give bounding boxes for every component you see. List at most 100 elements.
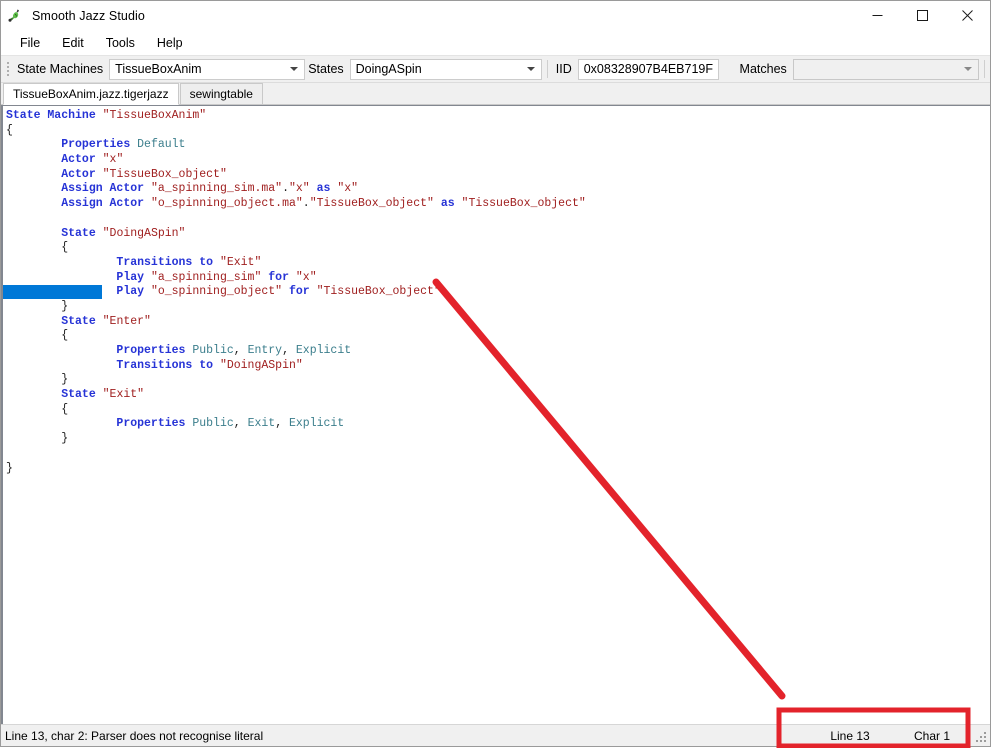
code-line[interactable]: State Machine "TissueBoxAnim" (3, 109, 990, 124)
code-line[interactable]: Actor "TissueBox_object" (3, 168, 990, 183)
code-token: "TissueBox_object" (102, 167, 227, 181)
code-line[interactable]: State "Enter" (3, 315, 990, 330)
code-token: "TissueBox_object" (309, 197, 434, 211)
matches-label: Matches (739, 62, 787, 76)
status-bar: Line 13, char 2: Parser does not recogni… (1, 724, 990, 746)
toolbar: State Machines TissueBoxAnim States Doin… (1, 55, 990, 83)
code-token: Exit (247, 417, 276, 431)
code-editor[interactable]: State Machine "TissueBoxAnim"{ Propertie… (1, 106, 990, 724)
code-line[interactable]: State "DoingASpin" (3, 227, 990, 242)
code-token: Actor (61, 153, 96, 167)
code-line[interactable]: Properties Public, Exit, Explicit (3, 417, 990, 432)
code-token: { (6, 123, 13, 137)
maximize-button[interactable] (900, 1, 945, 30)
code-line[interactable]: Properties Default (3, 138, 990, 153)
code-token: { (61, 329, 69, 343)
code-token: , (233, 417, 248, 431)
code-token: } (61, 299, 69, 313)
menu-item-help[interactable]: Help (146, 32, 194, 54)
code-token: "Exit" (219, 255, 262, 269)
menu-item-file[interactable]: File (9, 32, 51, 54)
code-token: "x" (337, 182, 359, 196)
code-line[interactable]: { (3, 329, 990, 344)
code-line[interactable]: { (3, 403, 990, 418)
code-token: "a_spinning_sim.ma" (150, 182, 283, 196)
code-token: State Machine (6, 109, 96, 122)
iid-input[interactable]: 0x08328907B4EB719F (577, 58, 719, 80)
saxophone-app-icon (8, 8, 24, 24)
state-machines-combobox[interactable]: TissueBoxAnim (109, 58, 306, 80)
code-token: as (316, 182, 331, 196)
resize-gripper-icon[interactable] (972, 728, 988, 744)
status-char-indicator: Char 1 (913, 728, 951, 743)
code-line[interactable]: } (3, 432, 990, 447)
code-token: Explicit (289, 417, 345, 431)
window-title: Smooth Jazz Studio (32, 8, 145, 23)
title-bar: Smooth Jazz Studio (1, 1, 990, 30)
code-token: State (61, 388, 96, 402)
code-line[interactable]: } (3, 373, 990, 388)
state-machines-value: TissueBoxAnim (115, 62, 202, 76)
code-line[interactable]: Play "o_spinning_object" for "TissueBox_… (3, 285, 990, 300)
code-token: Play (116, 270, 145, 284)
code-token: "a_spinning_sim" (150, 270, 262, 284)
code-line[interactable]: { (3, 124, 990, 139)
code-token: Explicit (295, 344, 352, 357)
code-line[interactable]: { (3, 241, 990, 256)
code-token: . (282, 182, 289, 196)
chevron-down-icon (290, 67, 299, 71)
iid-value: 0x08328907B4EB719F (583, 62, 714, 76)
code-token: "Enter" (102, 314, 151, 328)
menu-item-tools[interactable]: Tools (95, 32, 146, 54)
minimize-button[interactable] (855, 1, 900, 30)
toolbar-grip-icon[interactable] (4, 60, 11, 78)
code-token: "DoingASpin" (219, 358, 303, 372)
code-line[interactable]: } (3, 300, 990, 315)
states-combobox[interactable]: DoingASpin (349, 58, 542, 80)
code-line[interactable]: Play "a_spinning_sim" for "x" (3, 271, 990, 286)
code-line[interactable]: Transitions to "Exit" (3, 256, 990, 271)
code-token: as (440, 197, 455, 211)
code-line[interactable]: Actor "x" (3, 153, 990, 168)
code-line[interactable]: Properties Public, Entry, Explicit (3, 344, 990, 359)
code-line[interactable] (3, 447, 990, 462)
code-line[interactable]: State "Exit" (3, 388, 990, 403)
code-token: { (61, 402, 69, 416)
close-button[interactable] (945, 1, 990, 30)
editor-area: State Machine "TissueBoxAnim"{ Propertie… (1, 105, 990, 724)
code-line[interactable]: } (3, 462, 990, 477)
code-content[interactable]: State Machine "TissueBoxAnim"{ Propertie… (3, 106, 990, 476)
status-message: Line 13, char 2: Parser does not recogni… (5, 728, 264, 743)
chevron-down-icon (964, 67, 973, 71)
tab-tissueboxanim[interactable]: TissueBoxAnim.jazz.tigerjazz (3, 83, 179, 105)
tab-sewingtable[interactable]: sewingtable (179, 83, 263, 104)
matches-combobox[interactable] (792, 58, 980, 80)
code-line[interactable] (3, 212, 990, 227)
toolbar-separator-end (984, 60, 986, 78)
menu-item-edit[interactable]: Edit (51, 32, 95, 54)
application-window: Smooth Jazz Studio File Edit Tools Help … (0, 0, 991, 748)
code-line[interactable]: Assign Actor "a_spinning_sim.ma"."x" as … (3, 182, 990, 197)
code-token: Transitions to (116, 255, 214, 269)
chevron-down-icon (526, 67, 535, 71)
code-line[interactable]: Transitions to "DoingASpin" (3, 359, 990, 374)
code-token: Properties (116, 417, 186, 431)
code-line[interactable]: Assign Actor "o_spinning_object.ma"."Tis… (3, 197, 990, 212)
code-token: "x" (295, 270, 317, 284)
